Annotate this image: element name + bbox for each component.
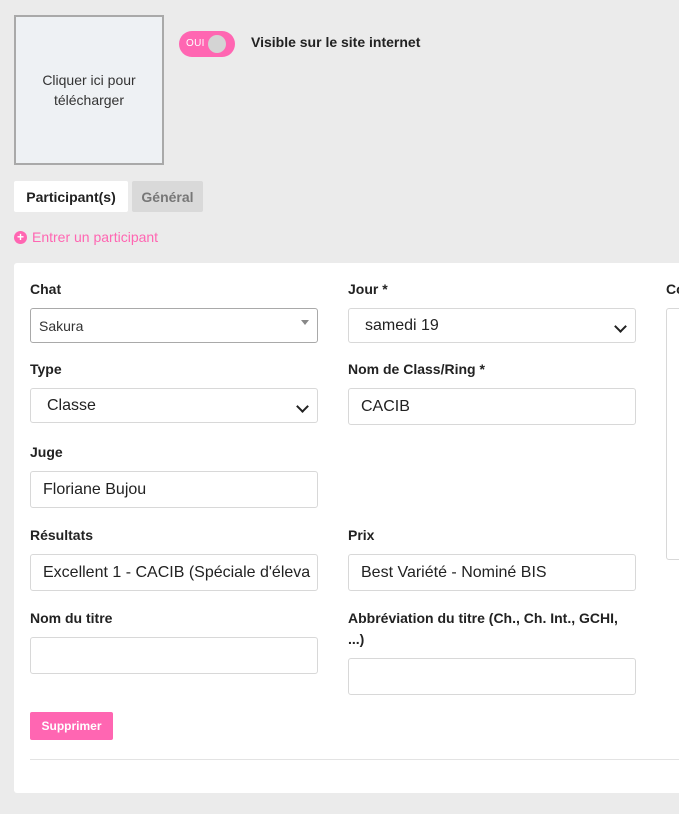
juge-input[interactable]: Floriane Bujou <box>30 471 318 508</box>
toggle-knob <box>208 35 226 53</box>
resultats-input[interactable]: Excellent 1 - CACIB (Spéciale d'éleva <box>30 554 318 591</box>
jour-value: samedi 19 <box>365 316 439 334</box>
juge-value: Floriane Bujou <box>43 480 147 498</box>
chat-select[interactable]: Sakura <box>30 308 318 343</box>
tab-general[interactable]: Général <box>132 181 203 212</box>
type-label: Type <box>30 361 62 377</box>
chat-label: Chat <box>30 281 62 297</box>
abrev-titre-label: Abbréviation du titre (Ch., Ch. Int., GC… <box>348 608 618 650</box>
juge-label: Juge <box>30 444 63 460</box>
upload-label: Cliquer ici pour télécharger <box>42 72 136 108</box>
visibility-toggle[interactable]: OUI <box>179 31 235 57</box>
abrev-titre-label-line2: ...) <box>348 631 365 647</box>
jour-label: Jour * <box>348 281 388 297</box>
divider <box>30 759 679 760</box>
plus-circle-icon: + <box>14 230 27 244</box>
caret-down-icon <box>301 320 309 325</box>
abrev-titre-input[interactable] <box>348 658 636 695</box>
side-textarea[interactable] <box>666 308 679 560</box>
chevron-down-icon <box>296 400 309 413</box>
resultats-label: Résultats <box>30 527 94 543</box>
nom-titre-label: Nom du titre <box>30 610 113 626</box>
photo-upload-area[interactable]: Cliquer ici pour télécharger <box>14 15 164 165</box>
type-value: Classe <box>47 396 96 414</box>
abrev-titre-label-line1: Abbréviation du titre (Ch., Ch. Int., GC… <box>348 610 618 626</box>
add-participant-label: Entrer un participant <box>32 229 159 245</box>
prix-input[interactable]: Best Variété - Nominé BIS <box>348 554 636 591</box>
chat-value: Sakura <box>39 317 84 334</box>
nom-titre-input[interactable] <box>30 637 318 674</box>
add-participant-link[interactable]: + Entrer un participant <box>14 229 158 245</box>
type-select[interactable]: Classe <box>30 388 318 423</box>
ring-value: CACIB <box>361 397 410 415</box>
tab-participants[interactable]: Participant(s) <box>14 181 128 212</box>
toggle-label: OUI <box>186 38 205 49</box>
ring-input[interactable]: CACIB <box>348 388 636 425</box>
delete-button[interactable]: Supprimer <box>30 712 113 740</box>
ring-label: Nom de Class/Ring * <box>348 361 485 377</box>
prix-label: Prix <box>348 527 375 543</box>
visibility-label: Visible sur le site internet <box>251 34 421 50</box>
participant-card: Chat Sakura Jour * samedi 19 Co Type Cla… <box>14 263 679 793</box>
resultats-value: Excellent 1 - CACIB (Spéciale d'éleva <box>43 563 311 581</box>
chevron-down-icon <box>614 320 627 333</box>
jour-select[interactable]: samedi 19 <box>348 308 636 343</box>
side-column-label: Co <box>666 281 679 297</box>
prix-value: Best Variété - Nominé BIS <box>361 563 547 581</box>
